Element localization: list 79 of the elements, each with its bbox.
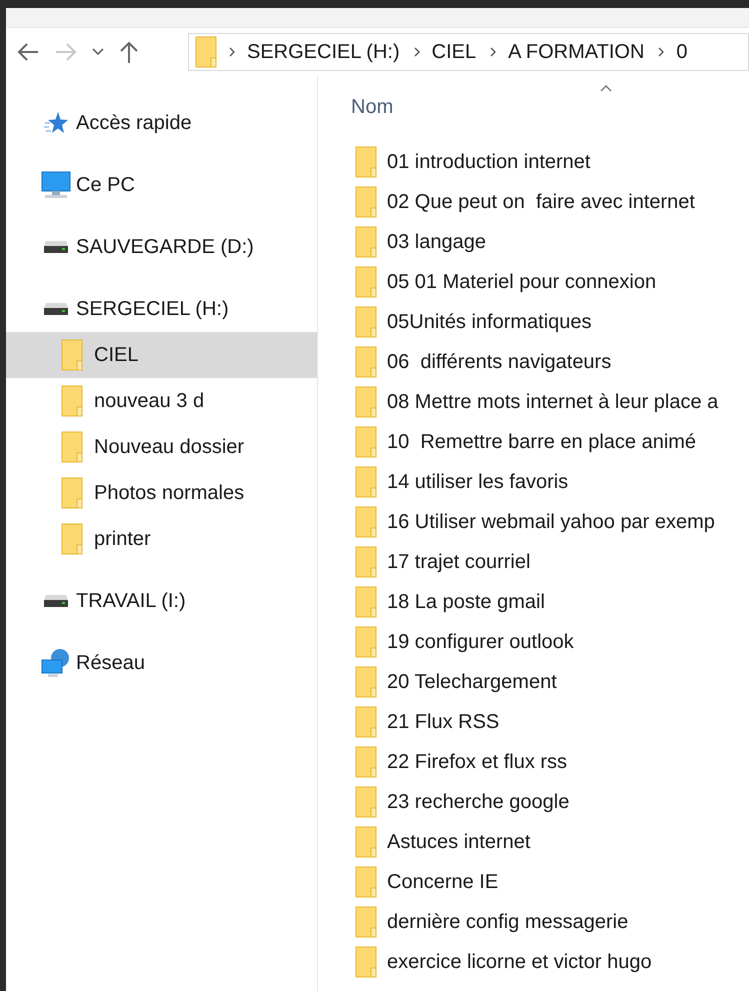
folder-icon (355, 706, 377, 738)
sidebar-item[interactable]: TRAVAIL (I:) (76, 586, 186, 616)
drive-icon (43, 302, 69, 316)
drive-icon (43, 594, 69, 608)
breadcrumb-item[interactable]: 0 (676, 37, 688, 67)
drive-icon (43, 240, 69, 254)
sidebar-item[interactable]: SERGECIEL (H:) (76, 294, 229, 324)
folder-icon (61, 339, 83, 371)
folder-name[interactable]: 01 introduction internet (387, 147, 590, 177)
folder-name[interactable]: 02 Que peut on faire avec internet (387, 187, 695, 217)
folder-name[interactable]: 03 langage (387, 227, 486, 257)
folder-icon (355, 186, 377, 218)
folder-icon (355, 586, 377, 618)
chevron-right-icon (490, 47, 496, 57)
folder-name[interactable]: 05 01 Materiel pour connexion (387, 267, 656, 297)
sidebar-item[interactable]: Réseau (76, 648, 145, 678)
folder-name[interactable]: dernière config messagerie (387, 907, 628, 937)
chevron-right-icon (414, 47, 420, 57)
network-icon (41, 648, 71, 678)
folder-icon (61, 431, 83, 463)
sidebar-item[interactable]: Accès rapide (76, 108, 192, 138)
sidebar-item[interactable]: Ce PC (76, 170, 135, 200)
folder-icon (355, 866, 377, 898)
folder-name[interactable]: 14 utiliser les favoris (387, 467, 568, 497)
folder-icon (355, 146, 377, 178)
folder-name[interactable]: 22 Firefox et flux rss (387, 747, 568, 777)
folder-icon (355, 746, 377, 778)
sort-caret-icon (600, 84, 612, 92)
sidebar-item[interactable]: CIEL (94, 340, 138, 370)
folder-name[interactable]: exercice licorne et victor hugo (387, 947, 652, 977)
folder-icon (355, 546, 377, 578)
folder-icon (355, 306, 377, 338)
folder-icon (355, 506, 377, 538)
folder-icon (61, 523, 83, 555)
folder-icon (355, 666, 377, 698)
folder-name[interactable]: 21 Flux RSS (387, 707, 500, 737)
folder-name[interactable]: 17 trajet courriel (387, 547, 530, 577)
star-icon (44, 111, 68, 135)
folder-icon (195, 36, 217, 68)
folder-icon (355, 386, 377, 418)
folder-name[interactable]: 23 recherche google (387, 787, 570, 817)
folder-icon (355, 346, 377, 378)
folder-icon (355, 226, 377, 258)
folder-name[interactable]: 06 différents navigateurs (387, 347, 612, 377)
monitor-icon (41, 171, 71, 199)
chevron-down-icon[interactable] (92, 48, 104, 56)
folder-name[interactable]: 18 La poste gmail (387, 587, 545, 617)
folder-icon (61, 477, 83, 509)
chevron-right-icon (229, 47, 235, 57)
folder-name[interactable]: 19 configurer outlook (387, 627, 574, 657)
address-bar[interactable]: SERGECIEL (H:) CIEL A FORMATION 0 (188, 33, 749, 71)
folder-name[interactable]: 16 Utiliser webmail yahoo par exemp (387, 507, 715, 537)
folder-icon (355, 786, 377, 818)
breadcrumb-item[interactable]: A FORMATION (508, 37, 644, 67)
chevron-right-icon (658, 47, 664, 57)
folder-icon (355, 906, 377, 938)
up-arrow-icon[interactable] (118, 40, 140, 64)
breadcrumb-item[interactable]: SERGECIEL (H:) (247, 37, 400, 67)
folder-icon (355, 826, 377, 858)
folder-icon (61, 385, 83, 417)
folder-name[interactable]: 20 Telechargement (387, 667, 557, 697)
sidebar-item[interactable]: nouveau 3 d (94, 386, 204, 416)
folder-name[interactable]: 10 Remettre barre en place animé (387, 427, 696, 457)
folder-icon (355, 426, 377, 458)
sidebar-item[interactable]: Photos normales (94, 478, 244, 508)
folder-name[interactable]: Concerne IE (387, 867, 498, 897)
breadcrumb-item[interactable]: CIEL (432, 37, 476, 67)
folder-icon (355, 466, 377, 498)
folder-name[interactable]: Astuces internet (387, 827, 530, 857)
back-arrow-icon[interactable] (16, 41, 40, 63)
sidebar-item[interactable]: Nouveau dossier (94, 432, 244, 462)
folder-icon (355, 946, 377, 978)
column-header[interactable]: Nom (351, 92, 394, 122)
sidebar-item[interactable]: printer (94, 524, 151, 554)
folder-name[interactable]: 08 Mettre mots internet à leur place a (387, 387, 718, 417)
folder-icon (355, 266, 377, 298)
sidebar-item[interactable]: SAUVEGARDE (D:) (76, 232, 254, 262)
folder-name[interactable]: 05Unités informatiques (387, 307, 592, 337)
folder-icon (355, 626, 377, 658)
